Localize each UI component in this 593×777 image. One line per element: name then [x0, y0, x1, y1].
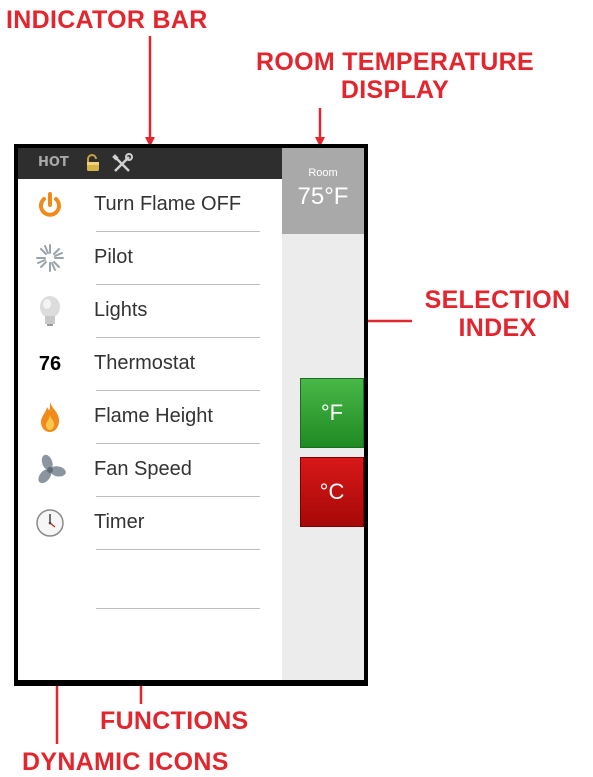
room-temperature-value: 75°F: [297, 183, 349, 210]
menu-label: Timer: [94, 511, 145, 533]
power-icon: [34, 189, 66, 221]
menu-label: Fan Speed: [94, 458, 192, 480]
menu-divider: [96, 549, 260, 550]
menu-item-pilot[interactable]: Pilot: [18, 232, 282, 285]
device-frame: HOT Room 75°F °F °C Turn Flame OFF Pilot…: [14, 144, 368, 686]
callout-selection-line1: SELECTION: [424, 286, 571, 314]
device-screen: HOT Room 75°F °F °C Turn Flame OFF Pilot…: [18, 148, 364, 680]
menu-item-thermostat[interactable]: 76 Thermostat: [18, 338, 282, 391]
callout-functions: FUNCTIONS: [100, 707, 249, 735]
menu-label: Lights: [94, 299, 148, 321]
fahrenheit-button[interactable]: °F: [300, 378, 364, 448]
indicator-bar: HOT: [18, 148, 282, 179]
callout-room-temperature-line1: ROOM TEMPERATURE: [256, 48, 534, 76]
menu-divider: [96, 608, 260, 609]
menu-item-turn-flame-off[interactable]: Turn Flame OFF: [18, 179, 282, 232]
hot-indicator: HOT: [38, 155, 69, 170]
room-temperature-display: Room 75°F: [282, 148, 364, 234]
callout-selection-index: SELECTION INDEX: [405, 286, 590, 342]
selection-index[interactable]: °F °C: [282, 234, 364, 680]
menu-label: Pilot: [94, 246, 133, 268]
menu-label: Turn Flame OFF: [94, 193, 242, 215]
lock-open-icon: [85, 154, 101, 177]
room-label: Room: [308, 167, 338, 179]
fan-icon: [34, 454, 66, 486]
menu-label: Thermostat: [94, 352, 196, 374]
thermostat-value: 76: [38, 352, 62, 375]
pilot-icon: [34, 242, 66, 274]
lightbulb-icon: [34, 295, 66, 327]
clock-icon: [34, 507, 66, 539]
celsius-button[interactable]: °C: [300, 457, 364, 527]
menu-item-timer[interactable]: Timer: [18, 497, 282, 550]
callout-room-temperature-display: ROOM TEMPERATURE DISPLAY: [230, 48, 560, 104]
menu-item-lights[interactable]: Lights: [18, 285, 282, 338]
menu-item-flame-height[interactable]: Flame Height: [18, 391, 282, 444]
callout-indicator-bar: INDICATOR BAR: [6, 6, 208, 34]
callout-room-temperature-line2: DISPLAY: [340, 76, 450, 104]
flame-icon: [34, 401, 66, 433]
menu-label: Flame Height: [94, 405, 213, 427]
callout-dynamic-icons: DYNAMIC ICONS: [22, 748, 229, 776]
tools-icon: [111, 153, 133, 180]
callout-selection-line2: INDEX: [458, 314, 537, 342]
thermostat-setpoint: 76: [34, 348, 66, 380]
menu-item-fan-speed[interactable]: Fan Speed: [18, 444, 282, 497]
